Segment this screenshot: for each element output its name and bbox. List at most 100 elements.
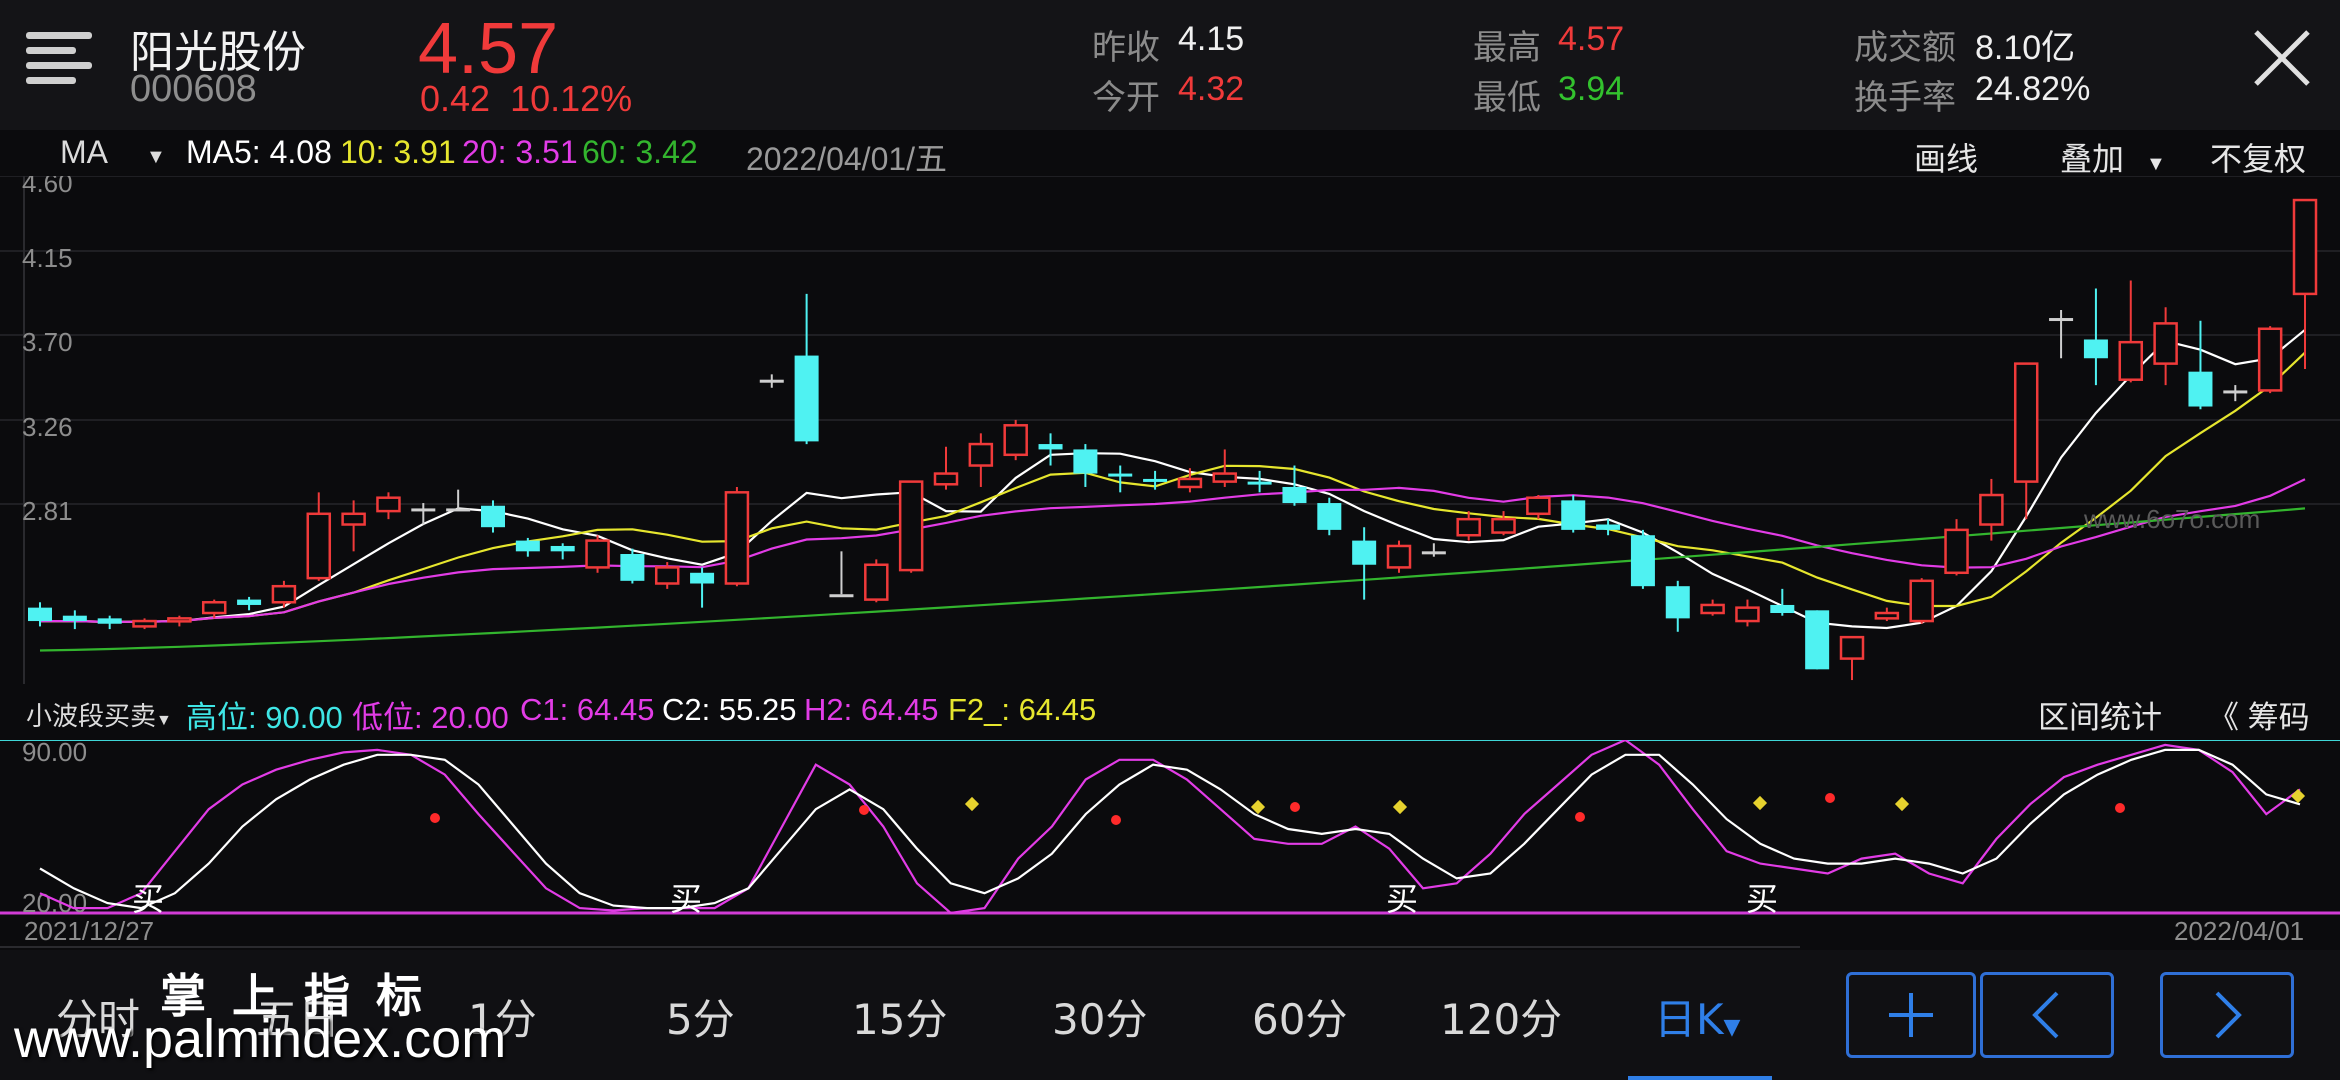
low-value: 3.94 (1558, 70, 1625, 108)
candle-body (201, 601, 227, 615)
tab-60min[interactable]: 60分 (1252, 986, 1347, 1047)
price-tick-label: 4.60 (22, 176, 73, 198)
signal-dot-yellow (2290, 788, 2306, 804)
candle-body (1491, 517, 1516, 534)
dropdown-arrow-icon: ▼ (146, 146, 166, 168)
candle-body (1874, 611, 1900, 620)
candle-body (411, 508, 436, 512)
candle-body (1177, 477, 1203, 489)
stock-code: 000608 (130, 68, 257, 110)
price-change: 0.42 10.12% (420, 78, 632, 120)
signal-dot-yellow (1392, 799, 1408, 815)
ma-selector-label: MA (60, 134, 108, 170)
candle-body (341, 512, 366, 526)
indicator-c1: C1: 64.45 (520, 692, 655, 727)
indicator-name: 小波段买卖 (26, 701, 157, 731)
signal-dot-red (430, 813, 440, 823)
turnover-rate-label: 换手率 (1854, 78, 1956, 118)
candle-body (28, 607, 52, 622)
candle-body (62, 615, 87, 622)
candle-body (620, 554, 645, 581)
candle-body (237, 599, 262, 605)
dropdown-arrow-icon: ▼ (2146, 153, 2166, 175)
candle-body (167, 617, 192, 623)
signal-dot-red (1111, 815, 1121, 825)
start-date: 2021/12/27 (24, 916, 155, 946)
signal-dot-yellow (1752, 795, 1768, 811)
dropdown-arrow-icon: ▼ (1723, 1015, 1741, 1040)
turnover-rate-value: 24.82% (1975, 70, 2091, 108)
candle-body (1108, 473, 1133, 477)
interval-stats-button[interactable]: 区间统计 (2038, 692, 2162, 737)
ma10-line (40, 351, 2306, 624)
candle-body (1038, 444, 1063, 450)
candle-body (1421, 551, 1446, 555)
date-axis: 2021/12/27 2022/04/01 (0, 910, 2340, 950)
ma-selector[interactable]: MA ▼ (60, 134, 166, 171)
draw-line-button[interactable]: 画线 (1914, 134, 1978, 180)
tab-120min[interactable]: 120分 (1440, 986, 1562, 1047)
watermark-url: www.palmindex.com (14, 1009, 507, 1069)
change-percent: 10.12% (510, 78, 633, 119)
tab-daily-k[interactable]: 日K▼ (1654, 986, 1740, 1047)
chevron-right-icon (2215, 991, 2242, 1039)
signal-dot-red (1825, 793, 1835, 803)
candle-body (2083, 339, 2108, 359)
candle-body (864, 563, 889, 601)
candle-body (2223, 390, 2248, 394)
tab-5min[interactable]: 5分 (666, 986, 735, 1047)
change-amount: 0.42 (420, 78, 491, 119)
scroll-left-button[interactable] (1980, 972, 2114, 1058)
candle-body (933, 472, 959, 486)
candle-body (968, 442, 994, 467)
indicator-axis-top: 90.00 (22, 740, 87, 767)
indicator-selector[interactable]: 小波段买卖▼ (26, 696, 172, 733)
candlestick-chart[interactable]: 4.60 4.15 3.70 3.26 2.81 (0, 176, 2340, 684)
candle-body (1073, 449, 1098, 474)
prev-close-label: 昨收 (1092, 28, 1160, 68)
candle-body (97, 618, 122, 624)
price-tick-label: 3.70 (22, 327, 73, 357)
tab-15min[interactable]: 15分 (852, 986, 947, 1047)
ma10-value: 10: 3.91 (340, 134, 456, 170)
turnover-label: 成交额 (1854, 28, 1956, 68)
indicator-bar: 小波段买卖▼ 高位: 90.00 低位: 20.00 C1: 64.45 C2:… (0, 684, 2340, 740)
adjust-button[interactable]: 不复权 (2210, 134, 2306, 180)
candle-body (1839, 635, 1865, 660)
candle-body (481, 505, 505, 528)
zoom-in-button[interactable] (1846, 972, 1976, 1058)
candle-body (1212, 472, 1238, 483)
candle-body (1700, 603, 1725, 615)
candle-body (654, 566, 680, 585)
chips-button[interactable]: 《 筹码 (2208, 692, 2310, 737)
signal-dot-red (2115, 803, 2125, 813)
candle-body (1979, 493, 2004, 526)
candle-body (1805, 610, 1830, 670)
cursor-date: 2022/04/01/五 (746, 141, 948, 177)
candle-body (1944, 528, 1969, 575)
candle-body (1143, 478, 1168, 482)
tab-30min[interactable]: 30分 (1052, 986, 1147, 1047)
candle-body (1561, 500, 1586, 530)
candle-body (759, 379, 784, 383)
candle-body (1770, 604, 1795, 614)
side-watermark: www.6o7o.com (2084, 504, 2261, 534)
candle-body (1386, 544, 1412, 569)
candle-body (1526, 496, 1551, 516)
signal-dot-yellow (964, 796, 980, 812)
overlay-button[interactable]: 叠加 ▼ (2060, 134, 2166, 180)
active-tab-underline (1628, 1076, 1772, 1080)
ma-bar: MA ▼ MA5: 4.08 10: 3.91 20: 3.51 60: 3.42… (0, 130, 2340, 177)
candle-body (2118, 340, 2144, 381)
signal-dot-yellow (1894, 796, 1910, 812)
candle-body (1456, 517, 1481, 537)
menu-icon[interactable] (26, 30, 92, 90)
close-icon[interactable] (2252, 28, 2312, 88)
scroll-right-button[interactable] (2160, 972, 2294, 1058)
overlay-label: 叠加 (2060, 141, 2125, 177)
low-label: 最低 (1473, 78, 1541, 118)
open-label: 今开 (1092, 78, 1160, 118)
candle-body (306, 512, 332, 580)
candle-body (271, 584, 297, 604)
high-label: 最高 (1473, 28, 1541, 68)
